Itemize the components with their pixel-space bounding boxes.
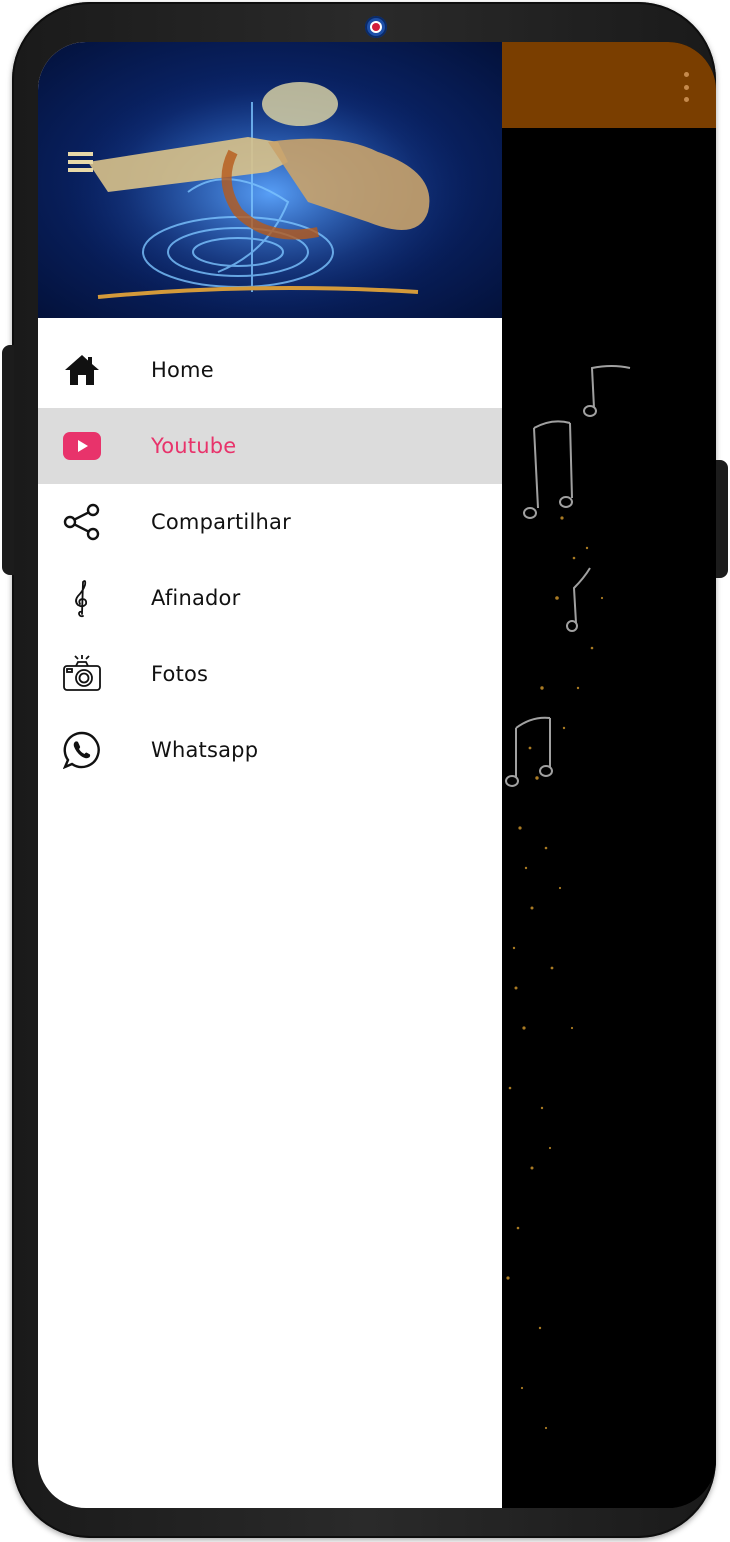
guitar-artwork-icon	[38, 42, 502, 318]
menu-item-label: Youtube	[151, 434, 237, 458]
whatsapp-icon	[62, 730, 102, 770]
front-camera	[365, 16, 387, 38]
music-notes-background	[505, 365, 631, 1430]
power-button	[716, 460, 728, 578]
menu-item-whatsapp[interactable]: Whatsapp	[38, 712, 502, 788]
menu-item-compartilhar[interactable]: Compartilhar	[38, 484, 502, 560]
drawer-header-image	[38, 42, 502, 318]
more-vert-icon[interactable]	[682, 72, 690, 102]
menu-item-label: Whatsapp	[151, 738, 259, 762]
menu-item-home[interactable]: Home	[38, 332, 502, 408]
drawer-menu: Home Youtube Compartilhar Afinador Fotos…	[38, 332, 502, 788]
menu-item-label: Home	[151, 358, 214, 382]
treble-clef-icon	[62, 578, 102, 618]
menu-item-afinador[interactable]: Afinador	[38, 560, 502, 636]
camera-icon	[62, 654, 102, 694]
menu-item-label: Compartilhar	[151, 510, 291, 534]
share-icon	[62, 502, 102, 542]
home-icon	[62, 350, 102, 390]
navigation-drawer: Home Youtube Compartilhar Afinador Fotos…	[38, 42, 502, 1508]
menu-item-label: Afinador	[151, 586, 241, 610]
menu-item-youtube[interactable]: Youtube	[38, 408, 502, 484]
menu-item-label: Fotos	[151, 662, 209, 686]
volume-button	[2, 345, 14, 575]
youtube-icon	[62, 426, 102, 466]
screen: Home Youtube Compartilhar Afinador Fotos…	[38, 42, 716, 1508]
menu-item-fotos[interactable]: Fotos	[38, 636, 502, 712]
phone-frame: Home Youtube Compartilhar Afinador Fotos…	[12, 2, 716, 1538]
